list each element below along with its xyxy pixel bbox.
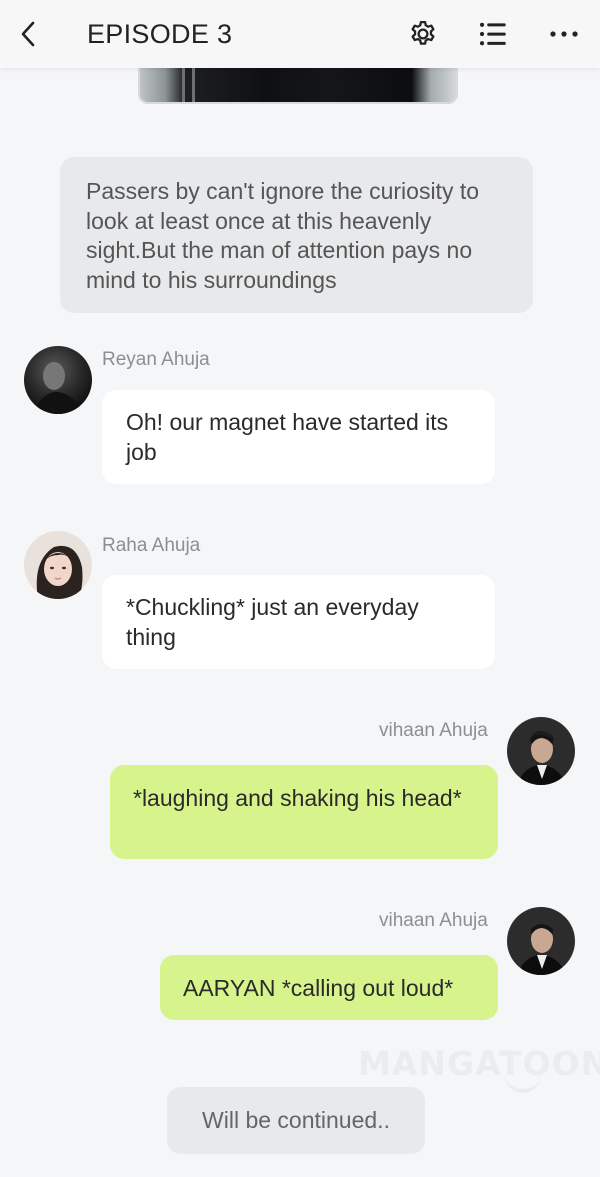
continued-notice: Will be continued.. [167,1087,425,1154]
settings-button[interactable] [403,14,443,54]
message-bubble: *Chuckling* just an everyday thing [102,575,495,669]
top-bar: EPISODE 3 [0,0,600,68]
more-button[interactable] [544,14,584,54]
message-bubble: AARYAN *calling out loud* [160,955,498,1020]
avatar-vihaan[interactable] [507,717,575,785]
chapter-list-button[interactable] [473,14,513,54]
narration-box: Passers by can't ignore the curiosity to… [60,157,533,313]
more-horizontal-icon [550,31,578,37]
avatar-image [24,346,92,414]
watermark-smile [505,1073,541,1093]
watermark-logo: MANGATOON [358,1044,600,1083]
gear-icon [411,21,435,45]
sender-name: Raha Ahuja [102,535,201,556]
avatar-reyan[interactable] [24,346,92,414]
sender-name: vihaan Ahuja [379,910,488,931]
avatar-raha[interactable] [24,531,92,599]
page-title: EPISODE 3 [87,19,233,49]
avatar-vihaan[interactable] [507,907,575,975]
avatar-image [24,531,92,599]
sender-name: Reyan Ahuja [102,349,210,370]
avatar-image [507,717,575,785]
list-icon [479,22,506,46]
back-button[interactable] [10,14,46,54]
sender-name: vihaan Ahuja [379,720,488,741]
chevron-left-icon [21,21,35,47]
message-bubble: Oh! our magnet have started its job [102,390,495,484]
avatar-image [507,907,575,975]
message-bubble: *laughing and shaking his head* [110,765,498,859]
